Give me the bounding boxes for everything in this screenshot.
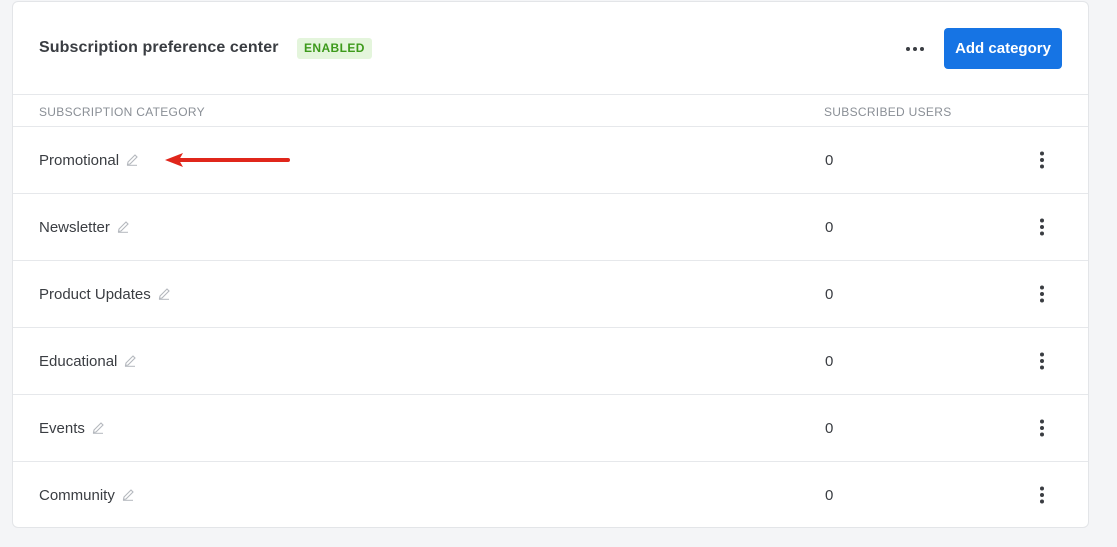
more-horizontal-icon	[906, 47, 924, 51]
table-row: Community 0	[13, 462, 1088, 527]
subscribed-count: 0	[825, 152, 834, 169]
category-name-cell: Educational	[39, 353, 137, 371]
table-row: Events 0	[13, 395, 1088, 462]
category-list: Promotional 0 Newsletter 0 Product Updat…	[13, 127, 1088, 527]
row-menu-button[interactable]	[1031, 215, 1053, 239]
status-badge: ENABLED	[297, 38, 372, 59]
row-menu-button[interactable]	[1031, 148, 1053, 172]
subscribed-count: 0	[825, 420, 834, 437]
row-menu-button[interactable]	[1031, 282, 1053, 306]
page-title: Subscription preference center	[39, 39, 279, 56]
add-category-button[interactable]: Add category	[944, 28, 1062, 69]
category-name: Events	[39, 420, 85, 437]
table-row: Product Updates 0	[13, 261, 1088, 328]
table-row: Newsletter 0	[13, 194, 1088, 261]
more-vertical-icon	[1040, 285, 1044, 303]
pencil-edit-icon[interactable]	[91, 420, 105, 438]
category-name-cell: Events	[39, 420, 105, 438]
more-vertical-icon	[1040, 218, 1044, 236]
preference-center-card: Subscription preference center ENABLED A…	[12, 1, 1089, 528]
category-name: Newsletter	[39, 219, 110, 236]
category-name-cell: Newsletter	[39, 219, 130, 237]
category-name-cell: Product Updates	[39, 286, 171, 304]
pencil-edit-icon[interactable]	[125, 152, 139, 170]
subscribed-count: 0	[825, 286, 834, 303]
row-menu-button[interactable]	[1031, 416, 1053, 440]
subscribed-count: 0	[825, 487, 834, 504]
category-name: Promotional	[39, 152, 120, 169]
category-name: Educational	[39, 353, 118, 370]
row-menu-button[interactable]	[1031, 483, 1053, 507]
pencil-edit-icon[interactable]	[157, 286, 171, 304]
more-vertical-icon	[1040, 352, 1044, 370]
category-name: Community	[39, 487, 115, 504]
table-header: SUBSCRIPTION CATEGORY SUBSCRIBED USERS	[13, 95, 1088, 127]
more-vertical-icon	[1040, 419, 1044, 437]
pencil-edit-icon[interactable]	[116, 219, 130, 237]
more-vertical-icon	[1040, 151, 1044, 169]
more-options-button[interactable]	[897, 35, 933, 63]
red-arrow-annotation	[165, 153, 290, 167]
row-menu-button[interactable]	[1031, 349, 1053, 373]
card-header: Subscription preference center ENABLED A…	[13, 2, 1088, 95]
category-name-cell: Promotional	[39, 152, 139, 170]
subscribed-count: 0	[825, 219, 834, 236]
subscribed-count: 0	[825, 353, 834, 370]
category-name-cell: Community	[39, 487, 135, 505]
table-row: Educational 0	[13, 328, 1088, 395]
pencil-edit-icon[interactable]	[121, 487, 135, 505]
category-name: Product Updates	[39, 286, 151, 303]
pencil-edit-icon[interactable]	[123, 353, 137, 371]
column-header-subscribed-users: SUBSCRIBED USERS	[824, 105, 952, 119]
more-vertical-icon	[1040, 486, 1044, 504]
column-header-category: SUBSCRIPTION CATEGORY	[39, 105, 205, 119]
